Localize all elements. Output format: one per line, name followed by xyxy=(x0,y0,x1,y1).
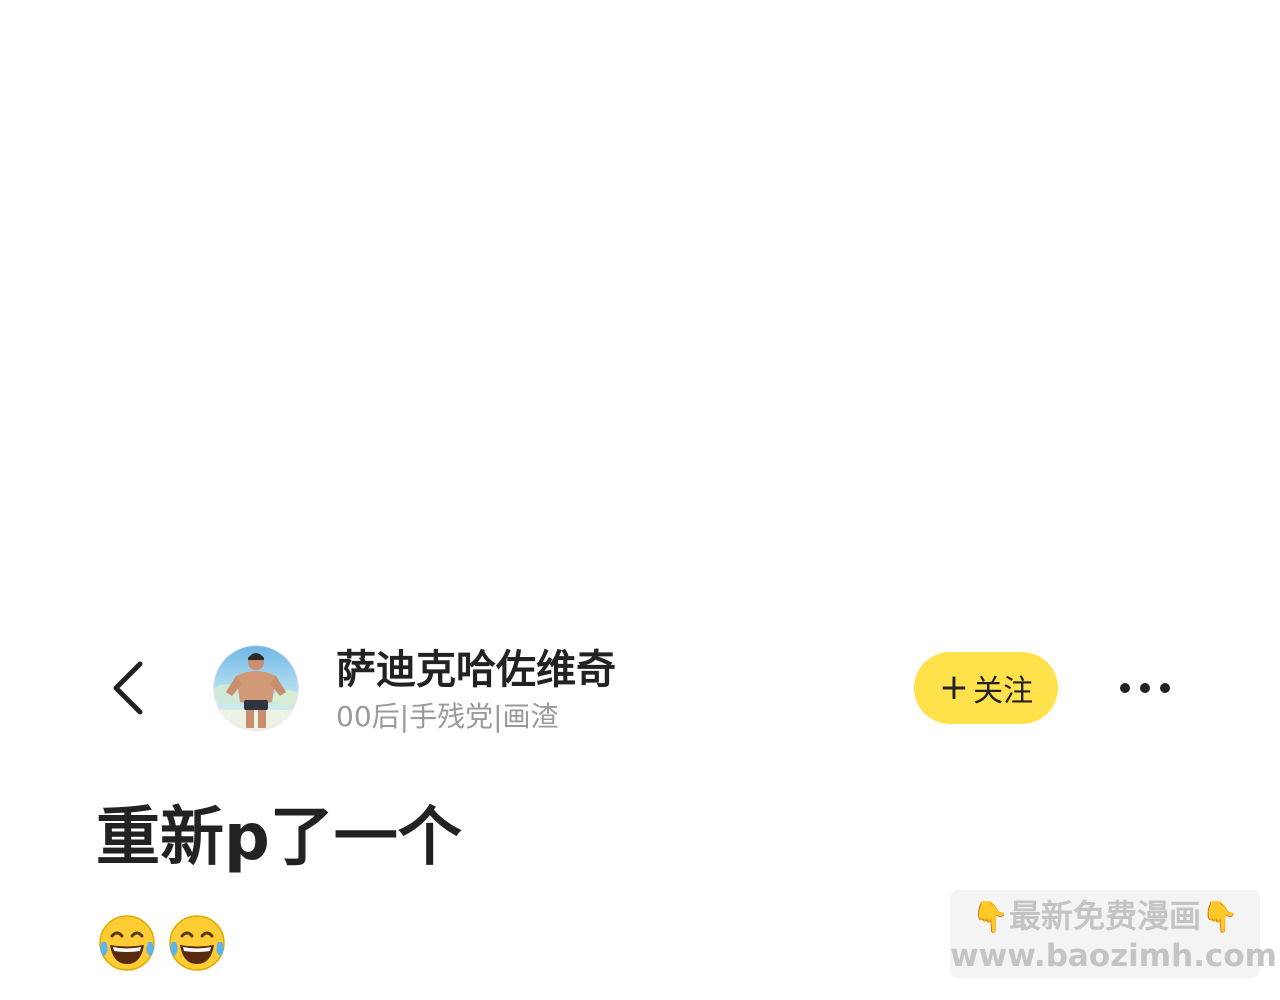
emoji-row xyxy=(96,912,228,976)
follow-button[interactable]: + 关注 xyxy=(914,652,1058,724)
more-dot xyxy=(1140,683,1150,693)
user-tags: 00后|手残党|画渣 xyxy=(336,700,559,733)
watermark-title: 👇最新免费漫画👇 xyxy=(950,896,1260,938)
blank-content-area xyxy=(0,0,1280,610)
follow-label: 关注 xyxy=(973,674,1034,709)
avatar[interactable] xyxy=(214,646,298,730)
back-button[interactable] xyxy=(100,656,156,720)
more-dot xyxy=(1160,683,1170,693)
tears-of-joy-emoji xyxy=(99,915,155,971)
chevron-left-icon xyxy=(113,661,143,715)
plus-icon: + xyxy=(938,667,970,708)
post-title: 重新p了一个 xyxy=(96,801,462,875)
user-name[interactable]: 萨迪克哈佐维奇 xyxy=(336,644,896,696)
more-dot xyxy=(1120,683,1130,693)
watermark-url: www.baozimh.com xyxy=(950,938,1277,974)
pointing-down-icon: 👇 xyxy=(1201,900,1239,935)
site-watermark[interactable]: 👇最新免费漫画👇 www.baozimh.com xyxy=(950,890,1277,978)
more-button[interactable] xyxy=(1110,668,1180,708)
tears-of-joy-emoji xyxy=(169,915,225,971)
watermark-line1: 最新免费漫画 xyxy=(1008,897,1201,935)
post-header: 萨迪克哈佐维奇 00后|手残党|画渣 + 关注 xyxy=(0,640,1280,740)
pointing-down-icon: 👇 xyxy=(971,900,1009,935)
avatar-illustration xyxy=(214,646,298,730)
user-info: 萨迪克哈佐维奇 00后|手残党|画渣 xyxy=(336,644,896,736)
